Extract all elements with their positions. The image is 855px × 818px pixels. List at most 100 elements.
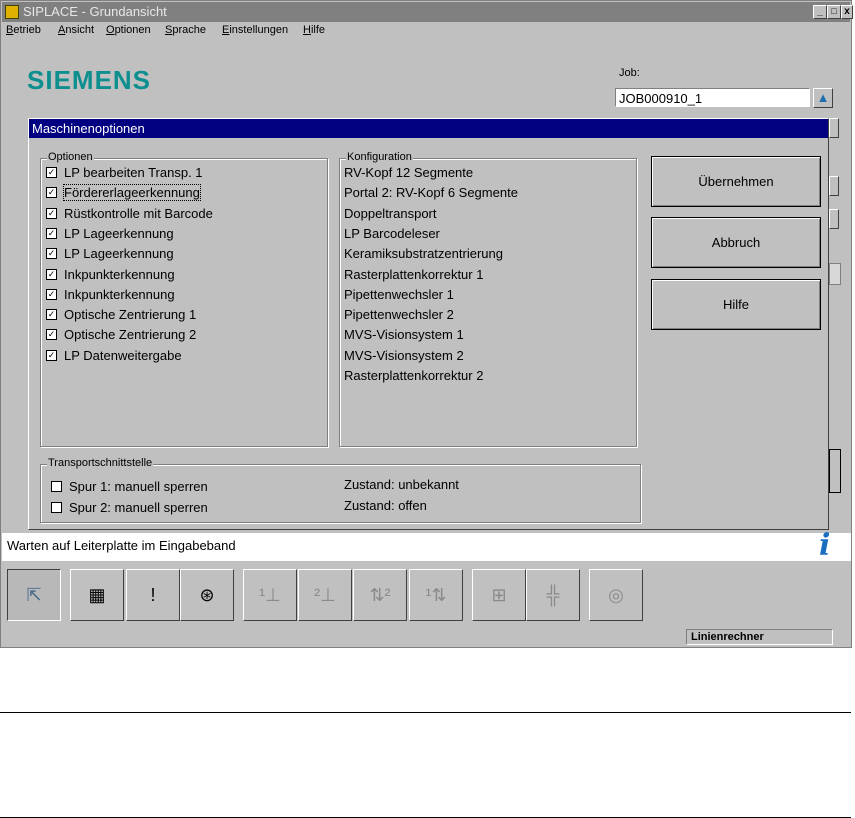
menu-ansicht[interactable]: Ansicht xyxy=(58,24,94,36)
configuration-item: LP Barcodeleser xyxy=(344,225,440,241)
checkbox[interactable] xyxy=(51,481,62,493)
option-checkbox-item[interactable]: ✓ Optische Zentrierung 1 xyxy=(46,306,196,324)
job-label: Job: xyxy=(619,67,640,79)
placement-head-2-icon: ²⊥ xyxy=(314,585,336,605)
apply-button[interactable]: Übernehmen xyxy=(651,156,821,207)
pointer-button[interactable]: ⇱ xyxy=(7,569,61,621)
configuration-item: MVS-Visionsystem 2 xyxy=(344,347,464,363)
configuration-item: RV-Kopf 12 Segmente xyxy=(344,165,474,180)
option-label: Rüstkontrolle mit Barcode xyxy=(64,205,213,221)
app-icon xyxy=(5,5,19,19)
placement-head-2-button[interactable]: ²⊥ xyxy=(298,569,352,621)
option-label: LP bearbeiten Transp. 1 xyxy=(64,165,203,180)
pointer-icon: ⇱ xyxy=(26,585,42,605)
checkbox[interactable]: ✓ xyxy=(46,187,57,199)
side-icon-c[interactable] xyxy=(829,209,839,229)
configuration-item: Doppeltransport xyxy=(344,205,437,221)
feeder-table-icon: ▦ xyxy=(88,585,106,605)
configuration-item: Rasterplattenkorrektur 1 xyxy=(344,266,484,282)
transport-group: Transportschnittstelle Spur 1: manuell s… xyxy=(40,457,641,523)
lane-lock-checkbox-item[interactable]: Spur 1: manuell sperren xyxy=(51,478,208,496)
option-checkbox-item[interactable]: ✓ Inkpunkterkennung xyxy=(46,286,175,304)
configuration-item: Rasterplattenkorrektur 2 xyxy=(344,368,484,383)
info-icon[interactable]: i xyxy=(819,528,830,563)
cancel-button[interactable]: Abbruch xyxy=(651,217,821,268)
option-checkbox-item[interactable]: ✓ Optische Zentrierung 2 xyxy=(46,326,196,344)
side-icon-a[interactable] xyxy=(829,118,839,138)
option-checkbox-item[interactable]: ✓ LP Lageerkennung xyxy=(46,245,174,263)
option-checkbox-item[interactable]: ✓ Fördererlageerkennung xyxy=(46,184,201,202)
job-field[interactable]: JOB000910_1 xyxy=(615,88,810,107)
configuration-item: Portal 2: RV-Kopf 6 Segmente xyxy=(344,185,518,201)
side-icon-b[interactable] xyxy=(829,176,839,196)
option-label: LP Lageerkennung xyxy=(64,225,174,241)
transport-1-button[interactable]: ¹⇅ xyxy=(409,569,463,621)
option-label: Optische Zentrierung 2 xyxy=(64,327,197,343)
minimize-button[interactable]: _ xyxy=(813,5,827,19)
component-chip-button[interactable]: ╬ xyxy=(526,569,580,621)
board-add-button[interactable]: ⊞ xyxy=(472,569,526,621)
vision-camera-icon: ◎ xyxy=(608,585,624,605)
option-label: LP Datenweitergabe xyxy=(64,347,182,363)
close-button[interactable]: x xyxy=(841,5,853,19)
siemens-logo: SIEMENS xyxy=(27,65,152,95)
warning-list-icon: ! xyxy=(150,585,156,605)
dialog-title[interactable]: Maschinenoptionen xyxy=(29,119,828,138)
lane-lock-checkbox-item[interactable]: Spur 2: manuell sperren xyxy=(51,499,208,517)
transport-2-icon: ⇅² xyxy=(369,585,391,605)
toolbar: ⇱ ▦! ⊛ ¹⊥ ²⊥ ⇅² ¹⇅ ⊞ ╬ ◎ xyxy=(2,563,851,627)
checkbox[interactable]: ✓ xyxy=(46,288,57,300)
machine-options-dialog: Maschinenoptionen Optionen ✓ LP bearbeite… xyxy=(28,118,829,530)
checkbox[interactable]: ✓ xyxy=(46,268,57,280)
menu-hilfe[interactable]: Hilfe xyxy=(303,24,325,36)
option-checkbox-item[interactable]: ✓ LP bearbeiten Transp. 1 xyxy=(46,164,203,182)
transport-group-label: Transportschnittstelle xyxy=(47,457,154,469)
checkbox[interactable]: ✓ xyxy=(46,207,57,219)
options-group: Optionen ✓ LP bearbeiten Transp. 1 ✓ Förder… xyxy=(40,151,328,447)
main-window: SIPLACE - Grundansicht _ □ x Betrieb Ans… xyxy=(0,0,853,648)
job-select-icon[interactable]: ▲ xyxy=(813,88,833,108)
option-checkbox-item[interactable]: ✓ Inkpunkterkennung xyxy=(46,266,175,284)
lane-label: Spur 1: manuell sperren xyxy=(69,479,208,494)
title-bar[interactable]: SIPLACE - Grundansicht _ □ x xyxy=(2,2,853,22)
component-chip-icon: ╬ xyxy=(546,585,560,605)
configuration-item: MVS-Visionsystem 1 xyxy=(344,327,464,343)
menu-sprache[interactable]: Sprache xyxy=(165,24,206,36)
checkbox[interactable]: ✓ xyxy=(46,167,57,179)
configuration-group-label: Konfiguration xyxy=(346,151,413,163)
configuration-group: Konfiguration RV-Kopf 12 Segmente Portal … xyxy=(339,151,637,447)
placement-head-1-button[interactable]: ¹⊥ xyxy=(243,569,297,621)
warning-list-button[interactable]: ! xyxy=(126,569,180,621)
menu-einstellungen[interactable]: Einstellungen xyxy=(222,24,288,36)
divider-line xyxy=(0,712,851,713)
placement-head-1-icon: ¹⊥ xyxy=(259,585,281,605)
option-label: Optische Zentrierung 1 xyxy=(64,307,197,323)
option-label: Inkpunkterkennung xyxy=(64,266,175,282)
line-computer-indicator: Linienrechner xyxy=(686,629,833,645)
checkbox[interactable]: ✓ xyxy=(46,309,57,321)
option-checkbox-item[interactable]: ✓ Rüstkontrolle mit Barcode xyxy=(46,205,213,223)
feeder-table-button[interactable]: ▦ xyxy=(70,569,124,621)
configuration-item: Keramiksubstratzentrierung xyxy=(344,246,503,262)
checkbox[interactable]: ✓ xyxy=(46,329,57,341)
options-group-label: Optionen xyxy=(47,151,94,163)
configuration-item: Pipettenwechsler 1 xyxy=(344,286,454,302)
option-label: Inkpunkterkennung xyxy=(64,286,175,302)
transport-2-button[interactable]: ⇅² xyxy=(353,569,407,621)
vision-camera-button[interactable]: ◎ xyxy=(589,569,643,621)
option-checkbox-item[interactable]: ✓ LP Datenweitergabe xyxy=(46,347,182,365)
component-reel-button[interactable]: ⊛ xyxy=(180,569,234,621)
side-field xyxy=(829,263,841,285)
option-checkbox-item[interactable]: ✓ LP Lageerkennung xyxy=(46,225,174,243)
menu-betrieb[interactable]: Betrieb xyxy=(6,24,41,36)
side-button[interactable] xyxy=(829,449,841,493)
maximize-button[interactable]: □ xyxy=(827,5,841,19)
checkbox[interactable]: ✓ xyxy=(46,349,57,361)
checkbox[interactable]: ✓ xyxy=(46,248,57,260)
component-reel-icon: ⊛ xyxy=(199,585,215,605)
menu-optionen[interactable]: Optionen xyxy=(106,24,151,36)
checkbox[interactable] xyxy=(51,502,62,514)
help-button[interactable]: Hilfe xyxy=(651,279,821,330)
lane-label: Spur 2: manuell sperren xyxy=(69,500,208,515)
checkbox[interactable]: ✓ xyxy=(46,227,57,239)
